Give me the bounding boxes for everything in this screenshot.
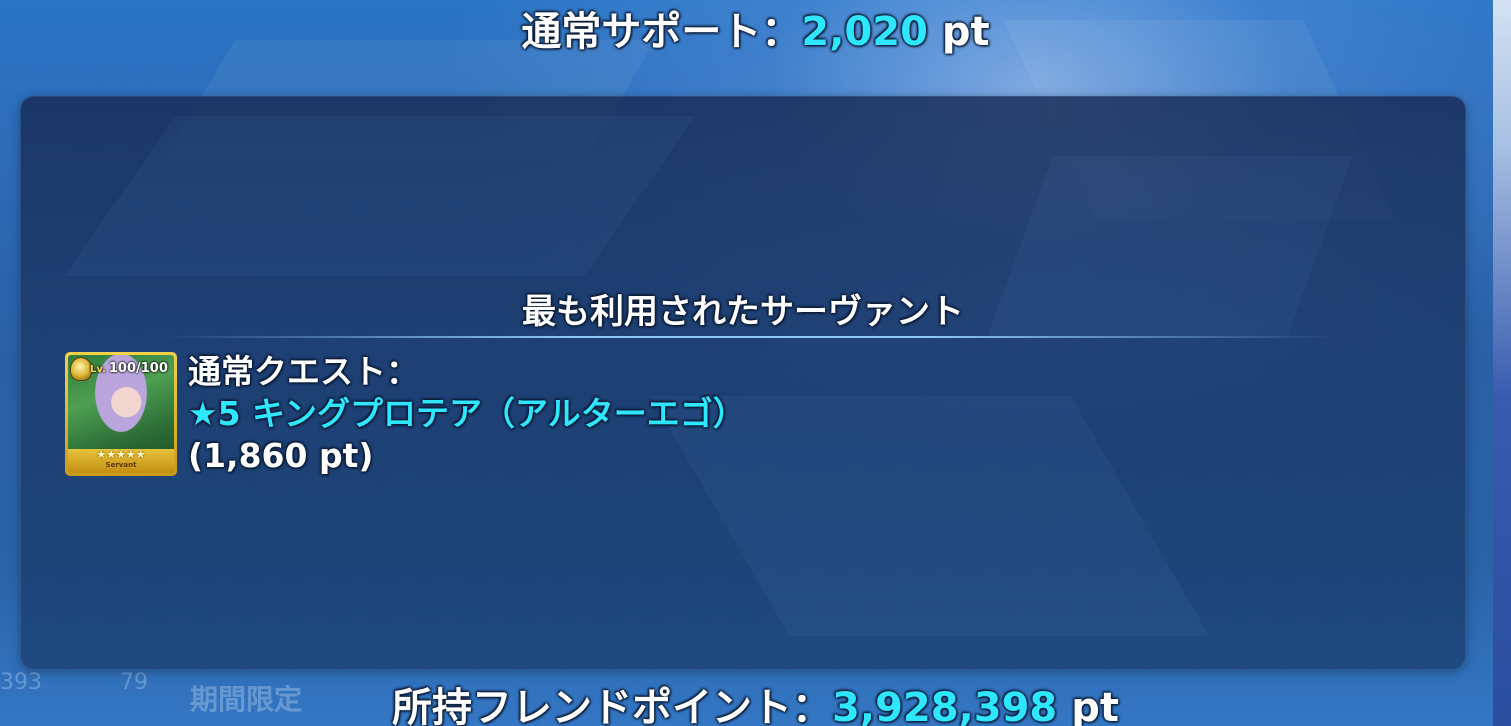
title-divider [160,336,1340,338]
friend-points-label: 所持フレンドポイント： [392,685,833,726]
level-prefix: Lv. [90,364,106,375]
alterego-class-icon [70,357,92,381]
support-unit: pt [927,9,990,55]
right-edge-strip [1493,0,1511,726]
support-summary: 通常サポート：2,020 pt [0,4,1511,60]
friend-points-summary: 所持フレンドポイント：3,928,398 pt [0,680,1511,726]
card-rarity-strip: ★★★★★ Servant [68,449,174,473]
servant-info: 通常クエスト： ★5 キングプロテア（アルターエゴ） (1,860 pt) [188,351,746,477]
servant-card[interactable]: Lv. 100/100 ★★★★★ Servant [65,352,177,476]
support-label: 通常サポート： [521,9,802,55]
level-badge: Lv. 100/100 [90,361,168,376]
card-type-label: Servant [105,461,137,469]
panel-shard [63,116,697,276]
support-value: 2,020 [801,9,928,55]
level-value: 100/100 [108,361,168,376]
servant-points: (1,860 pt) [188,436,374,475]
friend-points-unit: pt [1057,685,1119,726]
section-title: 最も利用されたサーヴァント [522,292,964,332]
most-used-servant-panel: 最も利用されたサーヴァント Lv. 100/100 ★★★★★ Servant 通… [20,96,1466,670]
servant-name: ★5 キングプロテア（アルターエゴ） [188,394,746,433]
quest-label: 通常クエスト： [188,352,419,391]
friend-points-value: 3,928,398 [832,685,1058,726]
servant-portrait: Lv. 100/100 ★★★★★ Servant [68,355,174,473]
rarity-stars: ★★★★★ [96,448,146,461]
